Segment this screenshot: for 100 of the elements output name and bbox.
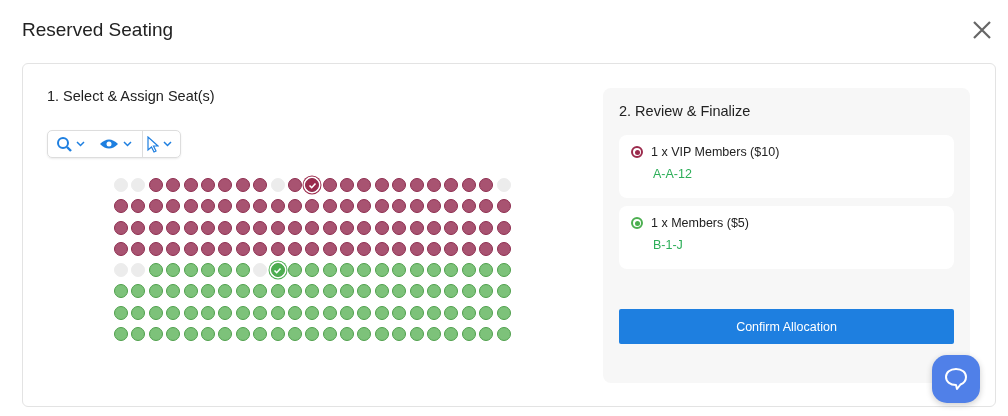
seat[interactable] <box>287 305 302 320</box>
seat[interactable] <box>200 305 215 320</box>
seat[interactable] <box>218 327 233 342</box>
seat[interactable] <box>305 241 320 256</box>
seat[interactable] <box>409 199 424 214</box>
seat[interactable] <box>148 199 163 214</box>
seat[interactable] <box>131 305 146 320</box>
seat[interactable] <box>392 305 407 320</box>
seat[interactable] <box>114 284 128 299</box>
seat[interactable] <box>218 241 233 256</box>
seat[interactable] <box>287 327 302 342</box>
seat[interactable] <box>131 220 146 235</box>
seat[interactable] <box>340 284 355 299</box>
seat[interactable] <box>322 263 337 278</box>
seat[interactable] <box>357 241 372 256</box>
seat[interactable] <box>427 178 442 192</box>
seat[interactable] <box>479 327 494 342</box>
confirm-button[interactable]: Confirm Allocation <box>619 309 954 344</box>
seat[interactable] <box>131 327 146 342</box>
seat[interactable] <box>340 327 355 342</box>
seat[interactable] <box>200 178 215 192</box>
seat[interactable] <box>427 284 442 299</box>
seat[interactable] <box>287 241 302 256</box>
seat[interactable] <box>427 327 442 342</box>
seat[interactable] <box>253 241 268 256</box>
seat[interactable] <box>114 241 128 256</box>
seat[interactable] <box>218 220 233 235</box>
seat[interactable] <box>148 284 163 299</box>
seat[interactable] <box>357 178 372 192</box>
seat[interactable] <box>218 199 233 214</box>
seat[interactable] <box>218 305 233 320</box>
seat[interactable] <box>322 305 337 320</box>
seat[interactable] <box>131 199 146 214</box>
seat[interactable] <box>409 327 424 342</box>
seat[interactable] <box>235 199 250 214</box>
seat[interactable] <box>444 327 459 342</box>
seat[interactable] <box>427 263 442 278</box>
seat[interactable] <box>235 241 250 256</box>
seat[interactable] <box>287 178 302 192</box>
seat[interactable] <box>357 263 372 278</box>
seat[interactable] <box>496 263 511 278</box>
seat[interactable] <box>322 178 337 192</box>
seat[interactable] <box>166 284 181 299</box>
seat[interactable] <box>392 178 407 192</box>
seat[interactable] <box>479 199 494 214</box>
seat[interactable] <box>166 327 181 342</box>
seat[interactable] <box>322 327 337 342</box>
seat[interactable] <box>253 305 268 320</box>
seat[interactable] <box>392 263 407 278</box>
seat[interactable] <box>200 327 215 342</box>
seat[interactable] <box>183 284 198 299</box>
seat[interactable] <box>235 178 250 192</box>
seat[interactable] <box>235 284 250 299</box>
seat[interactable] <box>374 241 389 256</box>
seat[interactable] <box>148 305 163 320</box>
seat[interactable] <box>409 220 424 235</box>
seat[interactable] <box>374 220 389 235</box>
seat[interactable] <box>479 220 494 235</box>
seat[interactable] <box>253 199 268 214</box>
seat[interactable] <box>270 220 285 235</box>
seat[interactable] <box>357 284 372 299</box>
seat[interactable] <box>200 284 215 299</box>
seat[interactable] <box>166 199 181 214</box>
seat[interactable] <box>270 199 285 214</box>
seat[interactable] <box>218 178 233 192</box>
seat[interactable] <box>409 178 424 192</box>
seat[interactable] <box>374 178 389 192</box>
seat[interactable] <box>114 327 128 342</box>
seat[interactable] <box>427 305 442 320</box>
seat[interactable] <box>444 178 459 192</box>
seat[interactable] <box>496 199 511 214</box>
seat[interactable] <box>166 263 181 278</box>
seat[interactable] <box>148 220 163 235</box>
seat[interactable] <box>427 241 442 256</box>
seat[interactable] <box>183 178 198 192</box>
seat[interactable] <box>340 263 355 278</box>
seat[interactable] <box>253 178 268 192</box>
seat[interactable] <box>114 220 128 235</box>
seat[interactable] <box>131 241 146 256</box>
seat[interactable] <box>235 220 250 235</box>
seat[interactable] <box>218 263 233 278</box>
seat[interactable] <box>148 263 163 278</box>
seat[interactable] <box>357 327 372 342</box>
seat[interactable] <box>409 263 424 278</box>
seat[interactable] <box>461 327 476 342</box>
seat[interactable] <box>444 220 459 235</box>
seat[interactable] <box>322 284 337 299</box>
seat[interactable] <box>235 263 250 278</box>
seat[interactable] <box>409 284 424 299</box>
seat[interactable] <box>444 263 459 278</box>
seat[interactable] <box>392 199 407 214</box>
seat[interactable] <box>183 241 198 256</box>
seat[interactable] <box>340 305 355 320</box>
seat[interactable] <box>461 263 476 278</box>
seat[interactable] <box>166 241 181 256</box>
seat[interactable] <box>374 284 389 299</box>
seat[interactable] <box>253 220 268 235</box>
seat[interactable] <box>305 220 320 235</box>
seat[interactable] <box>305 199 320 214</box>
seat[interactable] <box>374 305 389 320</box>
